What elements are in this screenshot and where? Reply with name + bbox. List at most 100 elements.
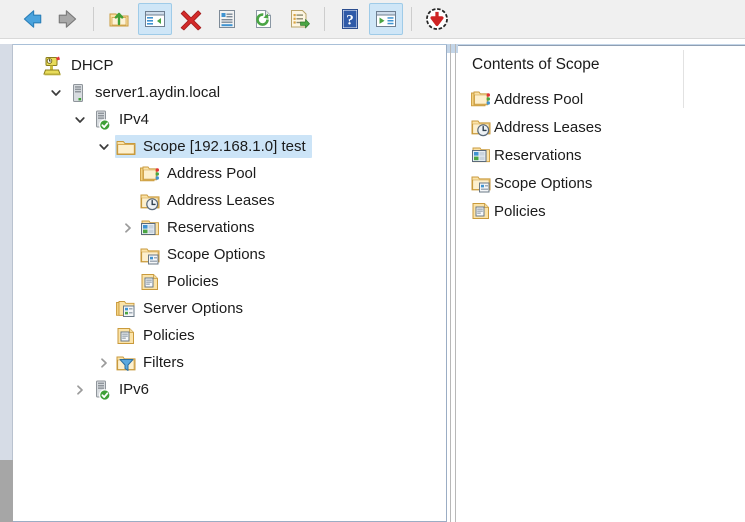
tree-node-content[interactable]: Address Pool (139, 162, 262, 185)
tree-node-label: Reservations (167, 219, 255, 236)
tree-node[interactable]: Server Options (13, 295, 446, 322)
tree-node-content[interactable]: Filters (115, 351, 190, 374)
list-item[interactable]: Scope Options (458, 169, 745, 197)
back-button[interactable] (15, 3, 49, 35)
tree-node[interactable]: DHCP (13, 52, 446, 79)
tree-node[interactable]: IPv6 (13, 376, 446, 403)
tree-node-label: IPv6 (119, 381, 150, 398)
tree-node-label: Address Leases (167, 192, 275, 209)
tree-node-label: Scope Options (167, 246, 266, 263)
tree-node-label: DHCP (71, 57, 114, 74)
list-item[interactable]: Reservations (458, 141, 745, 169)
download-circle-icon (425, 7, 449, 31)
splitter-line-right (455, 44, 456, 522)
tree-node[interactable]: Policies (13, 268, 446, 295)
tree-node-content[interactable]: Server Options (115, 297, 249, 320)
console-vertical-scrollbar[interactable] (0, 44, 13, 522)
splitter-top-highlight (447, 44, 458, 53)
dhcp-root-icon (43, 55, 65, 77)
tree-node-label: server1.aydin.local (95, 84, 221, 101)
filters-icon (115, 352, 137, 374)
chevron-down-icon[interactable] (45, 79, 67, 106)
show-hide-console-tree-button[interactable] (138, 3, 172, 35)
refresh-icon (252, 8, 274, 30)
list-item-label: Scope Options (494, 174, 593, 192)
red-x-icon (179, 7, 203, 31)
scrollbar-thumb[interactable] (0, 44, 13, 460)
toolbar-separator (93, 7, 94, 31)
tree-node-content[interactable]: Policies (139, 270, 225, 293)
chevron-right-icon[interactable] (117, 214, 139, 241)
console-tree-pane: DHCP server1.aydin.local IPv4 Scope [192.16… (13, 45, 447, 522)
policies-icon (470, 200, 492, 222)
tree-node-label: Address Pool (167, 165, 257, 182)
tree-node[interactable]: Address Leases (13, 187, 446, 214)
arrow-right-icon (56, 7, 80, 31)
tree-node[interactable]: Scope Options (13, 241, 446, 268)
tree-node-content[interactable]: Scope Options (139, 243, 271, 266)
show-hide-action-pane-button[interactable] (369, 3, 403, 35)
tree-node-content[interactable]: Scope [192.168.1.0] test (115, 135, 312, 158)
list-item[interactable]: Address Leases (458, 113, 745, 141)
svg-text:?: ? (346, 13, 354, 29)
export-list-button[interactable] (282, 3, 316, 35)
folder-up-icon (108, 8, 130, 30)
folder-icon (115, 136, 137, 158)
contents-list: Contents of Scope Address Pool Address Le… (458, 46, 745, 225)
toolbar-left-spacer (0, 19, 14, 20)
chevron-right-icon[interactable] (69, 376, 91, 403)
address-pool-icon (470, 88, 492, 110)
delete-button[interactable] (174, 3, 208, 35)
tree-node-content[interactable]: Address Leases (139, 189, 281, 212)
server-icon (67, 82, 89, 104)
tree-node-content[interactable]: IPv4 (91, 108, 155, 131)
list-item-label: Policies (494, 202, 546, 220)
properties-button[interactable] (210, 3, 244, 35)
list-item-label: Address Leases (494, 118, 602, 136)
forward-button[interactable] (51, 3, 85, 35)
pane-splitter[interactable] (447, 44, 458, 522)
tree-node-content[interactable]: DHCP (43, 54, 120, 77)
address-pool-icon (139, 163, 161, 185)
splitter-line-left (450, 44, 451, 522)
reservations-icon (139, 217, 161, 239)
tree-node-content[interactable]: Policies (115, 324, 201, 347)
scope-options-icon (470, 172, 492, 194)
tree-node[interactable]: Policies (13, 322, 446, 349)
address-leases-icon (139, 190, 161, 212)
properties-icon (216, 8, 238, 30)
tree-node[interactable]: Filters (13, 349, 446, 376)
chevron-down-icon[interactable] (93, 133, 115, 160)
console-tree: DHCP server1.aydin.local IPv4 Scope [192.16… (13, 45, 446, 403)
refresh-button[interactable] (246, 3, 280, 35)
console-tree-icon (144, 8, 166, 30)
tree-node-content[interactable]: IPv6 (91, 378, 155, 401)
server-ok-icon (91, 109, 113, 131)
chevron-right-icon[interactable] (93, 349, 115, 376)
tree-node[interactable]: Scope [192.168.1.0] test (13, 133, 446, 160)
tree-node-label: Policies (167, 273, 219, 290)
tree-node[interactable]: IPv4 (13, 106, 446, 133)
export-list-icon (288, 8, 310, 30)
list-item[interactable]: Address Pool (458, 85, 745, 113)
toolbar: ? (0, 0, 745, 39)
server-ok-icon (91, 379, 113, 401)
tree-node[interactable]: server1.aydin.local (13, 79, 446, 106)
tree-node-content[interactable]: Reservations (139, 216, 261, 239)
up-one-level-button[interactable] (102, 3, 136, 35)
list-item-label: Address Pool (494, 90, 584, 108)
scope-options-icon (139, 244, 161, 266)
chevron-down-icon[interactable] (69, 106, 91, 133)
action-pane-icon (375, 8, 397, 30)
tree-node[interactable]: Reservations (13, 214, 446, 241)
policies-icon (139, 271, 161, 293)
list-item[interactable]: Policies (458, 197, 745, 225)
tree-node[interactable]: Address Pool (13, 160, 446, 187)
download-button[interactable] (420, 3, 454, 35)
list-header: Contents of Scope (472, 56, 600, 73)
help-button[interactable]: ? (333, 3, 367, 35)
tree-node-label: Server Options (143, 300, 244, 317)
address-leases-icon (470, 116, 492, 138)
tree-node-content[interactable]: server1.aydin.local (67, 81, 226, 104)
tree-node-label: Policies (143, 327, 195, 344)
